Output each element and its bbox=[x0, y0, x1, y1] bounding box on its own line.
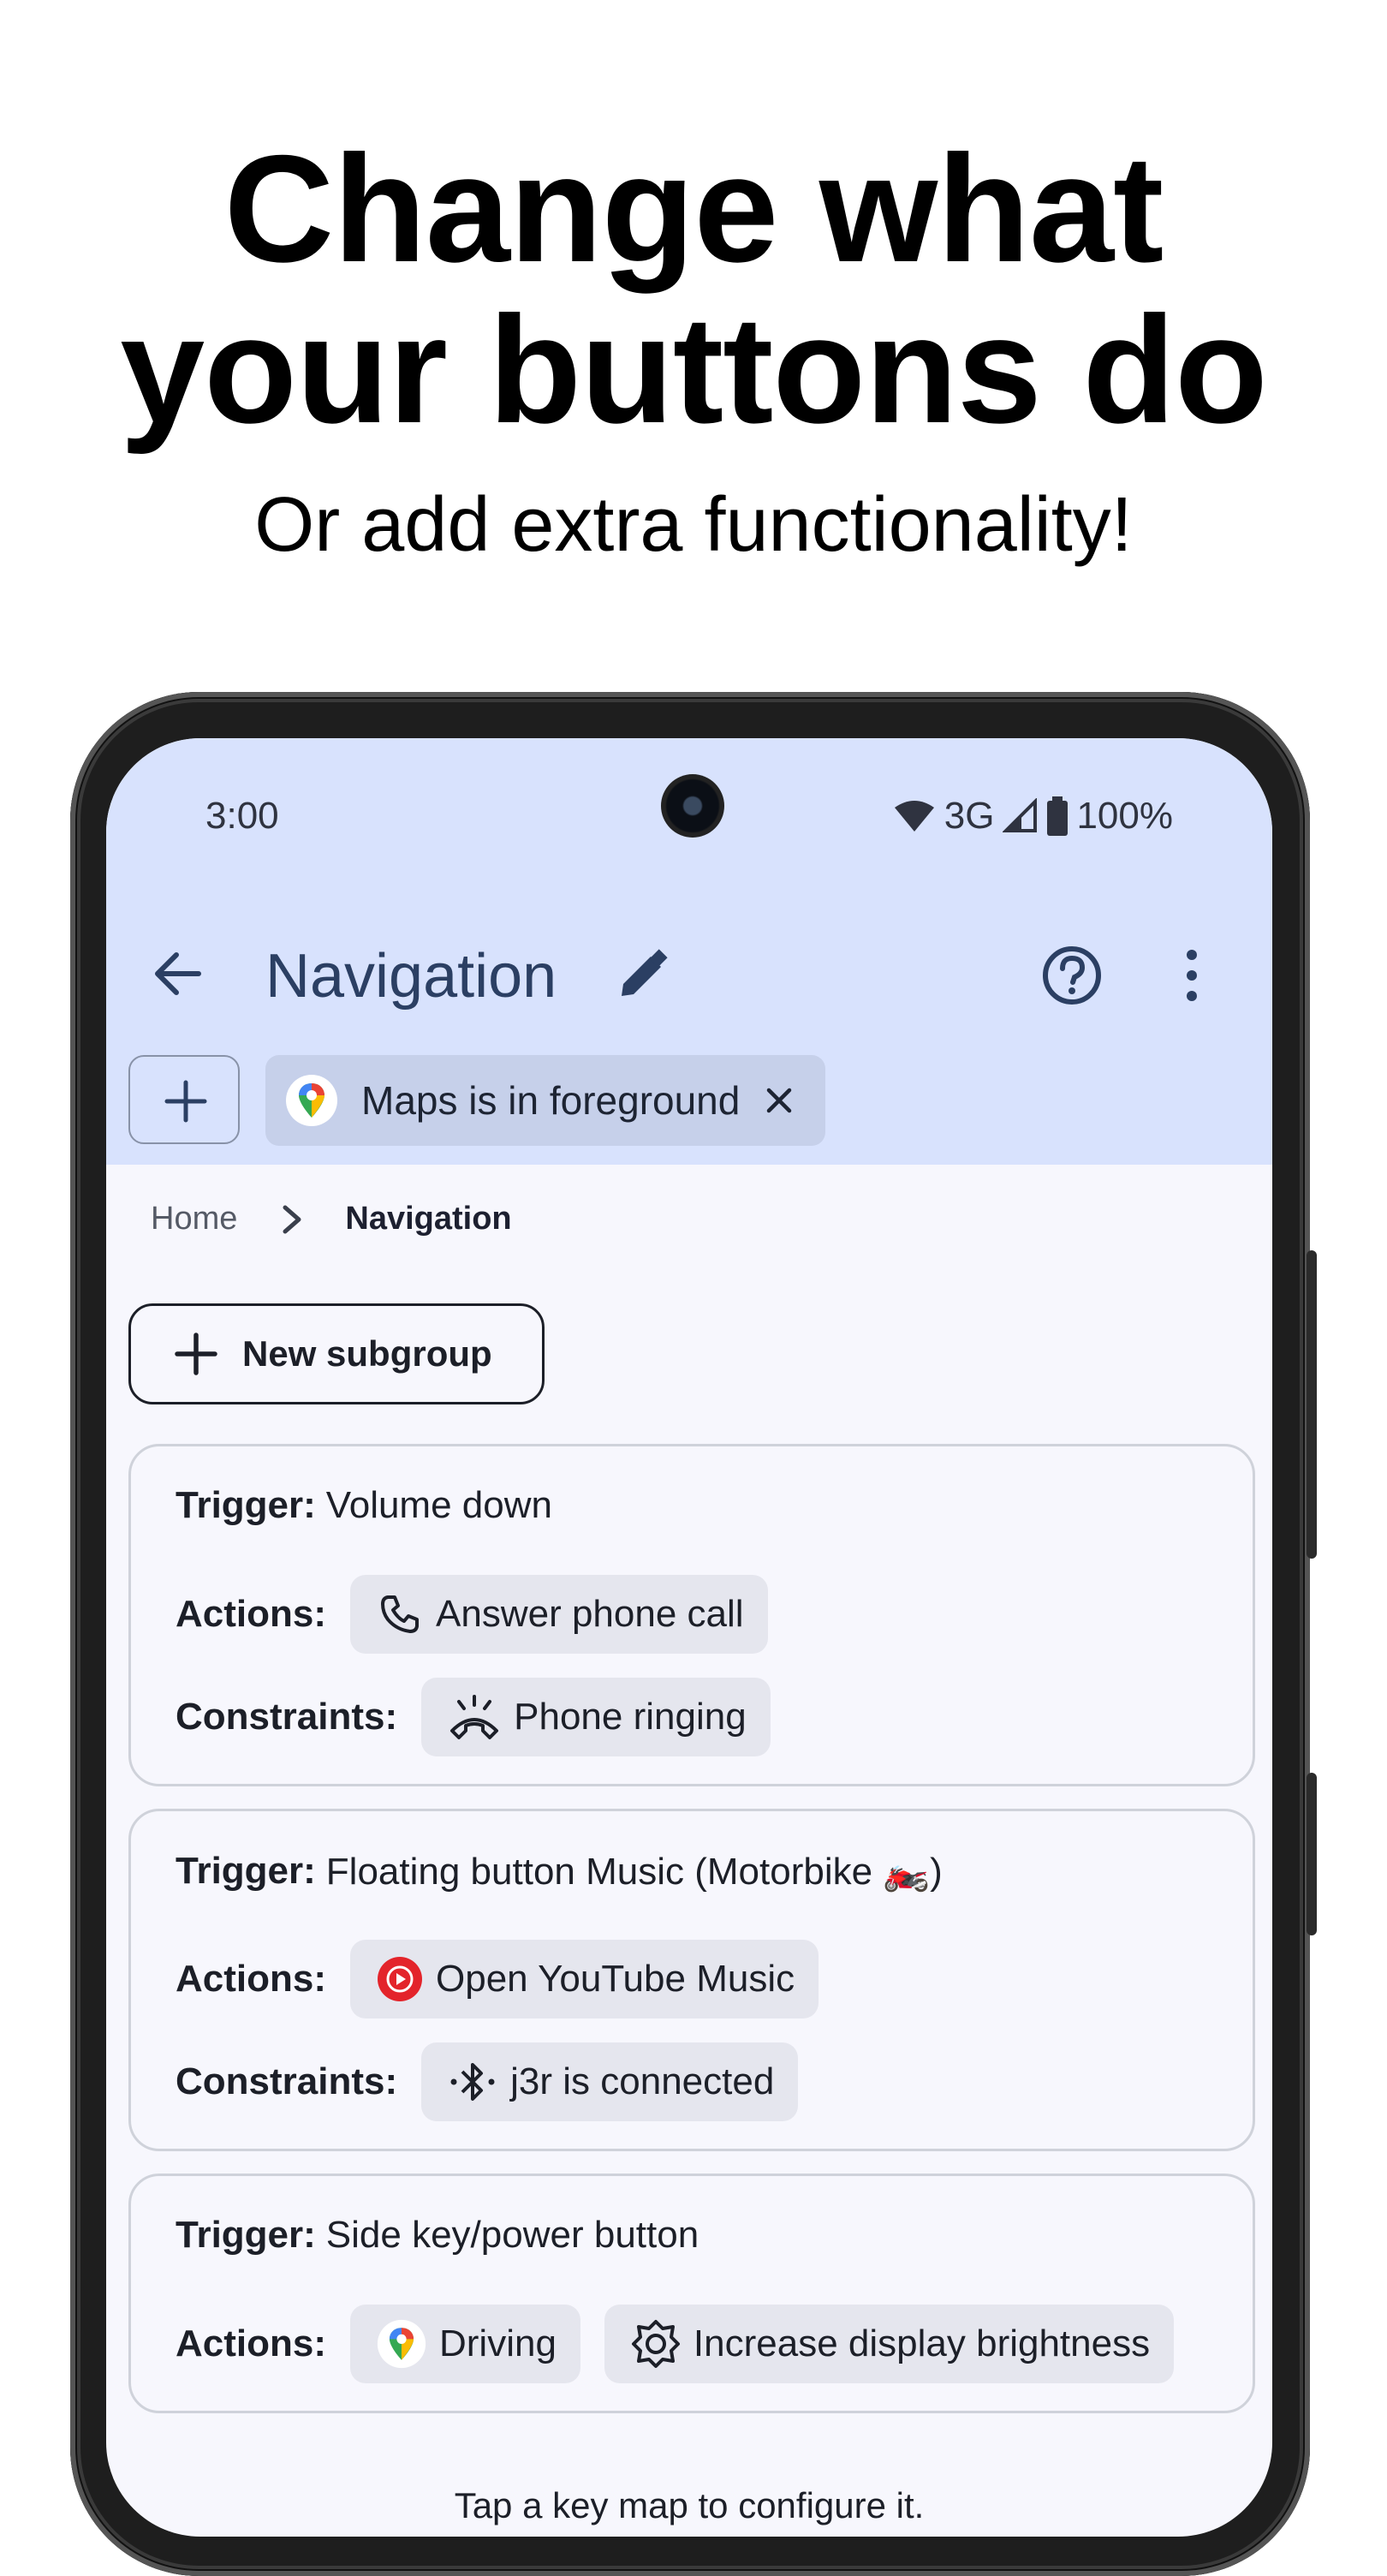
google-maps-icon bbox=[286, 1075, 337, 1126]
headline-line-1: Change what bbox=[223, 123, 1164, 294]
headline-line-2: your buttons do bbox=[120, 284, 1268, 455]
breadcrumb-home[interactable]: Home bbox=[151, 1201, 237, 1237]
constraint-chip: Phone ringing bbox=[421, 1678, 771, 1756]
constraint-chip: j3r is connected bbox=[421, 2042, 799, 2121]
trigger-row: Trigger: Volume down bbox=[176, 1484, 552, 1527]
bluetooth-connected-icon bbox=[450, 2063, 495, 2101]
actions-label: Actions: bbox=[176, 2323, 326, 2364]
action-label: Increase display brightness bbox=[693, 2323, 1151, 2364]
close-icon[interactable] bbox=[762, 1083, 796, 1118]
wifi-icon bbox=[894, 801, 934, 832]
new-subgroup-button[interactable]: New subgroup bbox=[128, 1303, 545, 1404]
key-map-card[interactable]: Trigger: Floating button Music (Motorbik… bbox=[128, 1809, 1255, 2151]
constraints-label: Constraints: bbox=[176, 2060, 398, 2102]
phone-side-button-lower bbox=[1307, 1773, 1317, 1935]
action-chip: Increase display brightness bbox=[604, 2305, 1175, 2383]
maps-foreground-chip[interactable]: Maps is in foreground bbox=[265, 1055, 825, 1146]
plus-icon bbox=[175, 1333, 217, 1375]
breadcrumb: Home Navigation bbox=[151, 1201, 512, 1237]
headline: Change what your buttons do bbox=[0, 128, 1387, 450]
constraints-row: Constraints: j3r is connected bbox=[176, 2042, 799, 2121]
trigger-label: Trigger: bbox=[176, 2214, 316, 2256]
front-camera bbox=[661, 774, 724, 838]
page-title: Navigation bbox=[265, 942, 557, 1011]
more-options-icon[interactable] bbox=[1176, 943, 1207, 1008]
trigger-value: Floating button Music (Motorbike 🏍️) bbox=[325, 1851, 943, 1893]
action-chip: Open YouTube Music bbox=[350, 1940, 819, 2018]
brightness-icon bbox=[631, 2320, 680, 2368]
top-app-area: 3:00 3G 100% Navigation Maps is in foreg… bbox=[106, 738, 1272, 1165]
breadcrumb-current: Navigation bbox=[345, 1201, 512, 1237]
trigger-value: Side key/power button bbox=[325, 2214, 699, 2256]
key-map-card[interactable]: Trigger: Volume down Actions: Answer pho… bbox=[128, 1444, 1255, 1786]
battery-icon bbox=[1047, 796, 1069, 836]
phone-side-button-upper bbox=[1307, 1250, 1317, 1559]
help-icon[interactable] bbox=[1039, 943, 1104, 1008]
chevron-right-icon bbox=[283, 1205, 301, 1233]
back-arrow-icon[interactable] bbox=[147, 943, 209, 1005]
status-icons: 3G 100% bbox=[893, 795, 1173, 838]
constraint-label: Phone ringing bbox=[514, 1696, 747, 1738]
actions-row: Actions: Open YouTube Music bbox=[176, 1940, 819, 2018]
constraints-label: Constraints: bbox=[176, 1696, 398, 1738]
foreground-chip-label: Maps is in foreground bbox=[361, 1078, 741, 1123]
trigger-label: Trigger: bbox=[176, 1850, 316, 1892]
constraints-row: Constraints: Phone ringing bbox=[176, 1678, 771, 1756]
phone-ringing-icon bbox=[450, 1695, 499, 1739]
trigger-value: Volume down bbox=[325, 1484, 552, 1526]
app-bar: Navigation bbox=[106, 922, 1272, 1025]
tap-to-configure-hint: Tap a key map to configure it. bbox=[454, 2485, 925, 2525]
phone-call-icon bbox=[381, 1595, 419, 1633]
battery-percent: 100% bbox=[1076, 795, 1173, 837]
status-time: 3:00 bbox=[205, 795, 279, 837]
plus-icon bbox=[164, 1080, 207, 1123]
constraint-label: j3r is connected bbox=[510, 2060, 775, 2102]
youtube-music-icon bbox=[378, 1957, 422, 2001]
action-chip: Answer phone call bbox=[350, 1575, 768, 1654]
key-map-card[interactable]: Trigger: Side key/power button Actions: … bbox=[128, 2174, 1255, 2413]
action-label: Answer phone call bbox=[436, 1593, 744, 1635]
new-subgroup-label: New subgroup bbox=[242, 1333, 492, 1374]
edit-pencil-icon[interactable] bbox=[611, 945, 673, 1006]
action-chip: Driving bbox=[350, 2305, 580, 2383]
actions-row: Actions: Driving Increase display bright… bbox=[176, 2305, 1175, 2383]
phone-screen: 3:00 3G 100% Navigation Maps is in foreg… bbox=[106, 738, 1272, 2537]
actions-label: Actions: bbox=[176, 1958, 326, 2000]
action-label: Open YouTube Music bbox=[436, 1958, 795, 2000]
network-type: 3G bbox=[944, 795, 995, 837]
add-constraint-button[interactable] bbox=[128, 1055, 240, 1144]
actions-label: Actions: bbox=[176, 1593, 326, 1635]
trigger-row: Trigger: Side key/power button bbox=[176, 2214, 699, 2257]
actions-row: Actions: Answer phone call bbox=[176, 1575, 768, 1654]
trigger-label: Trigger: bbox=[176, 1484, 316, 1526]
action-label: Driving bbox=[439, 2323, 557, 2364]
cell-signal-icon bbox=[1003, 798, 1038, 832]
trigger-row: Trigger: Floating button Music (Motorbik… bbox=[176, 1849, 943, 1893]
google-maps-icon bbox=[377, 2319, 426, 2369]
subheadline: Or add extra functionality! bbox=[254, 482, 1133, 568]
